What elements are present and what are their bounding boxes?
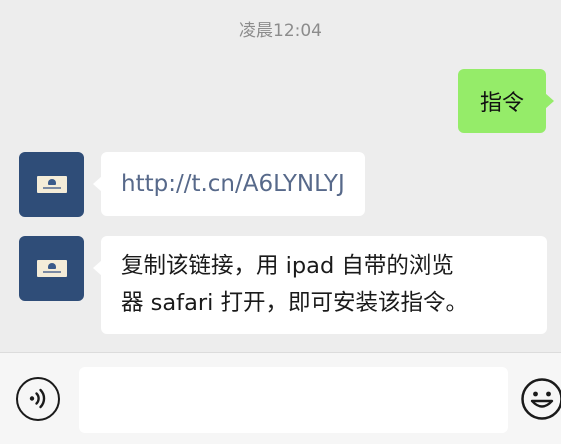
voice-button[interactable]: [16, 377, 60, 421]
avatar-logo: [36, 176, 67, 193]
message-timestamp: 凌晨12:04: [239, 21, 322, 41]
link-message-bubble[interactable]: http://t.cn/A6LYNLYJ: [93, 152, 365, 216]
text-message-bubble[interactable]: 复制该链接，用 ipad 自带的浏览 器 safari 打开，即可安装该指令。: [93, 236, 547, 334]
sent-message-bubble[interactable]: 指令: [457, 69, 555, 133]
message-input[interactable]: [79, 367, 508, 433]
emoji-button[interactable]: [520, 377, 561, 421]
contact-avatar[interactable]: [19, 152, 84, 217]
chat-screen: 凌晨12:04 指令 http://t.cn/A6LYNLYJ 复制该链接，用 …: [0, 0, 561, 444]
chat-input-bar: [0, 352, 561, 444]
avatar-logo: [36, 260, 67, 277]
voice-icon: [29, 388, 46, 409]
contact-avatar[interactable]: [19, 236, 84, 301]
emoji-icon: [521, 378, 561, 420]
